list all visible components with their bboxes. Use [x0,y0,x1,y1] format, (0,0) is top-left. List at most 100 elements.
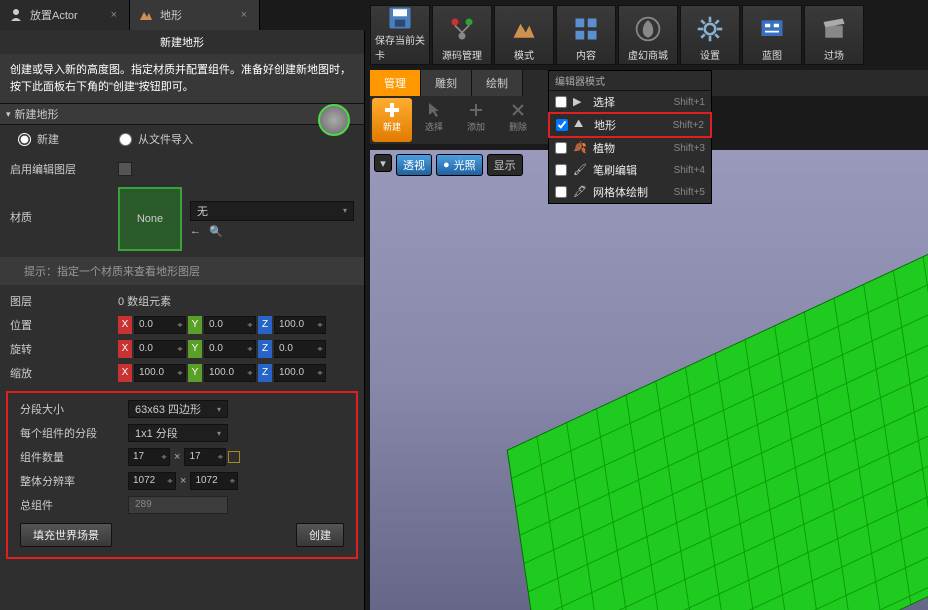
close-icon[interactable]: × [107,9,121,21]
back-icon[interactable]: ← [190,225,201,238]
tab-place-actor[interactable]: 放置Actor × [0,0,130,30]
delete-mode-button[interactable]: 删除 [498,98,538,142]
component-count-y[interactable]: 17 [184,448,226,466]
pawn-icon [8,7,24,23]
main-toolbar: 保存当前关卡 源码管理 模式 内容 虚幻商城 设置 蓝图 过场 [370,5,864,65]
material-hint: 提示：指定一个材质来查看地形图层 [0,257,364,285]
total-components-value: 289 [128,496,228,514]
panel-title: 新建地形 [0,30,364,54]
sphere-icon: ● [443,159,450,171]
location-z[interactable]: 100.0 [274,316,326,334]
marketplace-button[interactable]: 虚幻商城 [618,5,678,65]
rotation-x[interactable]: 0.0 [134,340,186,358]
enable-layer-label: 启用编辑图层 [10,161,118,177]
new-mode-button[interactable]: 新建 [372,98,412,142]
save-level-button[interactable]: 保存当前关卡 [370,5,430,65]
select-mode-button[interactable]: 选择 [414,98,454,142]
layer-label: 图层 [10,293,118,309]
cinematics-button[interactable]: 过场 [804,5,864,65]
highlight-box: 分段大小 63x63 四边形 每个组件的分段 1x1 分段 组件数量 17 × … [6,391,358,559]
lock-icon[interactable] [228,451,240,463]
rotation-y[interactable]: 0.0 [204,340,256,358]
branch-icon [444,11,480,47]
mode-item-select[interactable]: ▶ 选择 Shift+1 [549,91,711,113]
cursor-icon: ▶ [573,95,587,109]
mountain-icon [506,11,542,47]
source-control-button[interactable]: 源码管理 [432,5,492,65]
landscape-mesh [507,229,928,610]
save-icon [382,4,418,32]
tab-label: 地形 [160,7,182,23]
brush-icon: 🖌 [573,163,587,177]
tab-landscape[interactable]: 地形 × [130,0,260,30]
scale-z[interactable]: 100.0 [274,364,326,382]
resolution-y[interactable]: 1072 [190,472,238,490]
rotation-label: 旋转 [10,341,118,357]
mode-item-brush[interactable]: 🖌 笔刷编辑 Shift+4 [549,159,711,181]
search-icon[interactable]: 🔍 [209,225,223,238]
sections-per-select[interactable]: 1x1 分段 [128,424,228,442]
editor-mode-title: 编辑器模式 [549,71,711,91]
component-count-x[interactable]: 17 [128,448,170,466]
scale-y[interactable]: 100.0 [204,364,256,382]
resolution-label: 整体分辨率 [20,473,128,489]
location-x[interactable]: 0.0 [134,316,186,334]
grid-icon [568,11,604,47]
settings-button[interactable]: 设置 [680,5,740,65]
close-icon[interactable]: × [237,9,251,21]
tab-label: 放置Actor [30,7,78,23]
x-icon [508,100,528,120]
radio-import[interactable]: 从文件导入 [119,131,193,147]
rotation-z[interactable]: 0.0 [274,340,326,358]
scale-label: 缩放 [10,365,118,381]
clapper-icon [816,11,852,47]
viewport[interactable]: ▾ 透视 ●光照 显示 [370,150,928,610]
mountain-icon: ⛰ [574,118,588,132]
fill-world-button[interactable]: 填充世界场景 [20,523,112,547]
leaf-icon: 🍂 [573,141,587,155]
material-label: 材质 [10,187,118,225]
mode-item-foliage[interactable]: 🍂 植物 Shift+3 [549,137,711,159]
mountain-icon [138,7,154,23]
tab-manage[interactable]: 管理 [370,70,421,96]
mode-item-mesh-paint[interactable]: 🖊 网格体绘制 Shift+5 [549,181,711,203]
resolution-x[interactable]: 1072 [128,472,176,490]
total-components-label: 总组件 [20,497,128,513]
add-mode-button[interactable]: 添加 [456,98,496,142]
section-header[interactable]: 新建地形 [0,103,364,125]
plus-icon [382,100,402,120]
unreal-icon [630,11,666,47]
tab-paint[interactable]: 绘制 [472,70,523,96]
viewport-options[interactable]: ▾ [374,154,392,172]
mode-item-landscape[interactable]: ⛰ 地形 Shift+2 [548,112,712,138]
blueprint-icon [754,11,790,47]
section-size-label: 分段大小 [20,401,128,417]
show-button[interactable]: 显示 [487,154,523,176]
location-label: 位置 [10,317,118,333]
panel-description: 创建或导入新的高度图。指定材质并配置组件。准备好创建新地图时，按下此面板右下角的… [0,54,364,103]
tab-sculpt[interactable]: 雕刻 [421,70,472,96]
material-select[interactable]: 无 [190,201,354,221]
sections-per-label: 每个组件的分段 [20,425,128,441]
layer-value: 0 数组元素 [118,293,171,309]
paint-icon: 🖊 [573,185,587,199]
content-button[interactable]: 内容 [556,5,616,65]
mode-button[interactable]: 模式 [494,5,554,65]
scale-x[interactable]: 100.0 [134,364,186,382]
refresh-button[interactable] [318,104,350,136]
radio-new[interactable]: 新建 [18,131,59,147]
lighting-button[interactable]: ●光照 [436,154,483,176]
blueprint-button[interactable]: 蓝图 [742,5,802,65]
create-button[interactable]: 创建 [296,523,344,547]
gear-icon [692,11,728,47]
enable-layer-checkbox[interactable] [118,162,132,176]
landscape-panel: 新建地形 创建或导入新的高度图。指定材质并配置组件。准备好创建新地图时，按下此面… [0,30,365,610]
cursor-icon [424,100,444,120]
add-icon [466,100,486,120]
component-count-label: 组件数量 [20,449,128,465]
material-preview[interactable]: None [118,187,182,251]
section-size-select[interactable]: 63x63 四边形 [128,400,228,418]
perspective-button[interactable]: 透视 [396,154,432,176]
editor-mode-panel: 编辑器模式 ▶ 选择 Shift+1 ⛰ 地形 Shift+2 🍂 植物 Shi… [548,70,712,204]
location-y[interactable]: 0.0 [204,316,256,334]
